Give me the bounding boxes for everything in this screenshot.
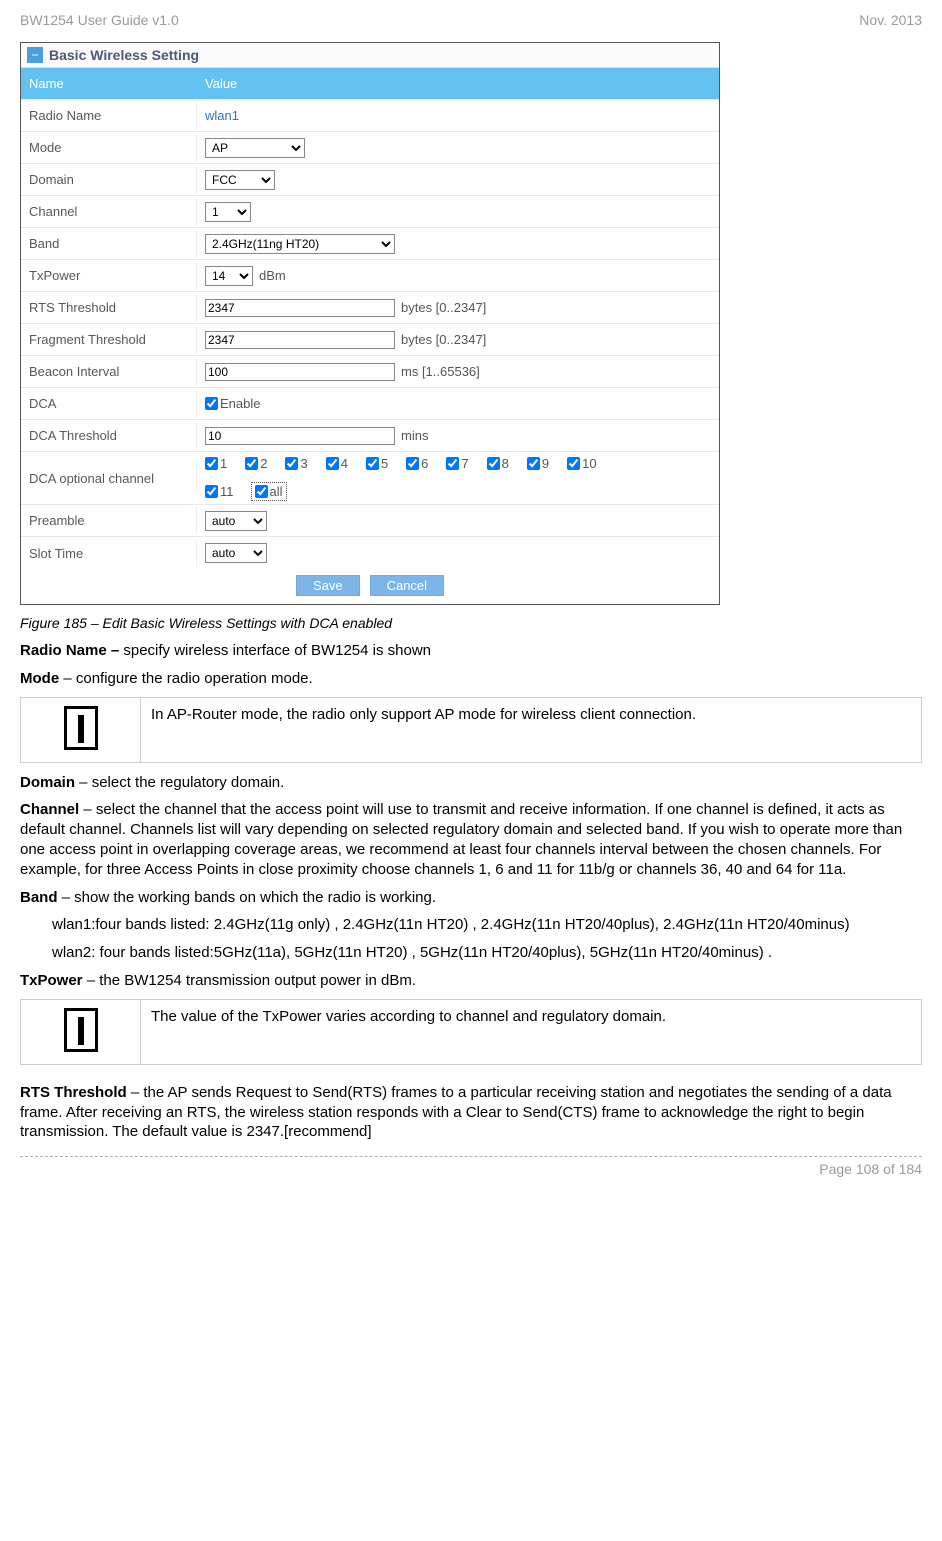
para-band-wlan1: wlan1:four bands listed: 2.4GHz(11g only… xyxy=(52,915,922,935)
info-box-2: The value of the TxPower varies accordin… xyxy=(20,999,922,1065)
para-rts: RTS Threshold – the AP sends Request to … xyxy=(20,1083,922,1142)
preamble-select[interactable]: auto xyxy=(205,511,267,531)
para-txpower: TxPower – the BW1254 transmission output… xyxy=(20,971,922,991)
dca-ch-6[interactable] xyxy=(406,457,419,470)
domain-select[interactable]: FCC xyxy=(205,170,275,190)
row-frag: Fragment Threshold bytes [0..2347] xyxy=(21,324,719,356)
dca-ch-9[interactable] xyxy=(527,457,540,470)
dca-ch-10[interactable] xyxy=(567,457,580,470)
slot-select[interactable]: auto xyxy=(205,543,267,563)
radio-name-value: wlan1 xyxy=(197,104,719,127)
row-band: Band 2.4GHz(11ng HT20) xyxy=(21,228,719,260)
beacon-input[interactable] xyxy=(205,363,395,381)
row-rts: RTS Threshold bytes [0..2347] xyxy=(21,292,719,324)
dca-ch-11[interactable] xyxy=(205,485,218,498)
wireless-settings-panel: − Basic Wireless Setting Name Value Radi… xyxy=(20,42,720,605)
para-mode: Mode – configure the radio operation mod… xyxy=(20,669,922,689)
para-band: Band – show the working bands on which t… xyxy=(20,888,922,908)
info-icon xyxy=(64,706,98,750)
dca-ch-1[interactable] xyxy=(205,457,218,470)
dca-ch-all[interactable] xyxy=(255,485,268,498)
cancel-button[interactable]: Cancel xyxy=(370,575,444,596)
band-select[interactable]: 2.4GHz(11ng HT20) xyxy=(205,234,395,254)
dca-ch-5[interactable] xyxy=(366,457,379,470)
dca-threshold-input[interactable] xyxy=(205,427,395,445)
info-icon-cell-2 xyxy=(21,999,141,1064)
row-channel: Channel 1 xyxy=(21,196,719,228)
table-header: Name Value xyxy=(21,68,719,100)
txpower-select[interactable]: 14 xyxy=(205,266,253,286)
dca-ch-2[interactable] xyxy=(245,457,258,470)
para-radio-name: Radio Name – specify wireless interface … xyxy=(20,641,922,661)
button-bar: Save Cancel xyxy=(21,569,719,604)
mode-select[interactable]: AP xyxy=(205,138,305,158)
para-band-wlan2: wlan2: four bands listed:5GHz(11a), 5GHz… xyxy=(52,943,922,963)
txpower-unit: dBm xyxy=(259,268,286,283)
dca-ch-8[interactable] xyxy=(487,457,500,470)
col-name: Name xyxy=(21,70,197,97)
row-beacon: Beacon Interval ms [1..65536] xyxy=(21,356,719,388)
row-txpower: TxPower 14 dBm xyxy=(21,260,719,292)
col-value: Value xyxy=(197,72,719,95)
dca-ch-3[interactable] xyxy=(285,457,298,470)
row-dca: DCA Enable xyxy=(21,388,719,420)
panel-titlebar: − Basic Wireless Setting xyxy=(21,43,719,68)
doc-date: Nov. 2013 xyxy=(859,12,922,28)
info-text-2: The value of the TxPower varies accordin… xyxy=(141,999,922,1064)
frag-hint: bytes [0..2347] xyxy=(401,332,486,347)
info-box-1: In AP-Router mode, the radio only suppor… xyxy=(20,697,922,763)
channel-select[interactable]: 1 xyxy=(205,202,251,222)
info-text-1: In AP-Router mode, the radio only suppor… xyxy=(141,697,922,762)
collapse-icon[interactable]: − xyxy=(27,47,43,63)
row-radio-name: Radio Name wlan1 xyxy=(21,100,719,132)
beacon-hint: ms [1..65536] xyxy=(401,364,480,379)
page-header: BW1254 User Guide v1.0 Nov. 2013 xyxy=(20,12,922,28)
dca-threshold-hint: mins xyxy=(401,428,428,443)
dca-ch-7[interactable] xyxy=(446,457,459,470)
row-domain: Domain FCC xyxy=(21,164,719,196)
rts-hint: bytes [0..2347] xyxy=(401,300,486,315)
page-number: Page 108 of 184 xyxy=(819,1161,922,1177)
para-channel: Channel – select the channel that the ac… xyxy=(20,800,922,879)
rts-input[interactable] xyxy=(205,299,395,317)
row-dca-threshold: DCA Threshold mins xyxy=(21,420,719,452)
row-slot: Slot Time auto xyxy=(21,537,719,569)
dca-enable-checkbox[interactable] xyxy=(205,397,218,410)
info-icon xyxy=(64,1008,98,1052)
info-icon-cell xyxy=(21,697,141,762)
row-preamble: Preamble auto xyxy=(21,505,719,537)
para-domain: Domain – select the regulatory domain. xyxy=(20,773,922,793)
panel-title: Basic Wireless Setting xyxy=(49,47,199,63)
row-mode: Mode AP xyxy=(21,132,719,164)
doc-title: BW1254 User Guide v1.0 xyxy=(20,12,179,28)
row-dca-channels: DCA optional channel 1 2 3 4 5 6 7 8 9 1… xyxy=(21,452,719,505)
save-button[interactable]: Save xyxy=(296,575,360,596)
frag-input[interactable] xyxy=(205,331,395,349)
page-footer: Page 108 of 184 xyxy=(20,1156,922,1177)
figure-caption: Figure 185 – Edit Basic Wireless Setting… xyxy=(20,615,922,631)
dca-ch-4[interactable] xyxy=(326,457,339,470)
